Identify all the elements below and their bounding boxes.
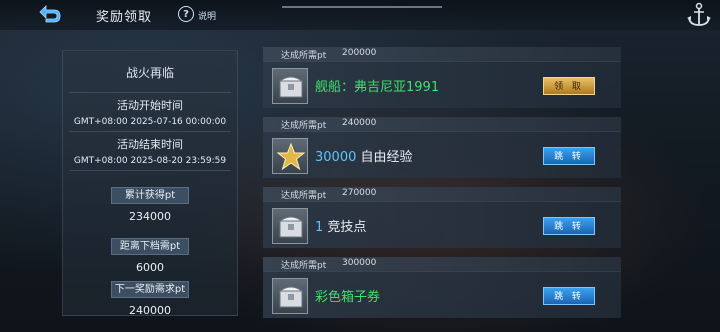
divider	[69, 170, 231, 171]
start-time-value: GMT+08:00 2025-07-16 00:00:00	[73, 117, 227, 127]
next-reward-pt-label: 下一奖励需求pt	[111, 281, 189, 298]
accumulated-pt-value: 234000	[129, 210, 171, 223]
chest-icon	[272, 278, 308, 314]
next-tier-pt-value: 6000	[136, 261, 164, 274]
top-divider	[282, 6, 442, 8]
reward-amount: 1	[315, 220, 324, 235]
requirement-label: 达成所需pt	[281, 261, 327, 271]
requirement-value: 270000	[342, 188, 377, 198]
reward-item: 竞技点	[327, 220, 367, 235]
reward-name: 彩色箱子券	[315, 290, 381, 305]
chest-icon	[272, 68, 308, 104]
top-bar: 奖励领取 ? 说明	[0, 0, 720, 30]
claim-button[interactable]: 领 取	[543, 77, 595, 95]
requirement-label: 达成所需pt	[281, 51, 327, 61]
anchor-icon	[684, 2, 714, 28]
divider	[69, 92, 231, 93]
reward-requirement-bar: 达成所需pt 240000	[263, 117, 621, 131]
help-label: 说明	[198, 12, 217, 22]
end-time-value: GMT+08:00 2025-08-20 23:59:59	[73, 156, 227, 166]
next-tier-pt-label: 距离下档需pt	[111, 238, 189, 255]
start-time-label: 活动开始时间	[117, 99, 183, 112]
page-title: 奖励领取	[96, 10, 153, 25]
reward-name: 30000 自由经验	[315, 146, 413, 165]
reward-body: 舰船：弗吉尼亚1991 领 取	[263, 61, 621, 108]
requirement-label: 达成所需pt	[281, 191, 327, 201]
goto-button[interactable]: 跳 转	[543, 147, 595, 165]
reward-name: 1 竞技点	[315, 216, 366, 235]
help-button[interactable]: ? 说明	[178, 6, 216, 22]
chest-icon	[272, 208, 308, 244]
event-title: 战火再临	[125, 66, 174, 80]
reward-body: 彩色箱子券 跳 转	[263, 271, 621, 318]
requirement-value: 240000	[342, 118, 377, 128]
requirement-value: 200000	[342, 48, 377, 58]
reward-requirement-bar: 达成所需pt 270000	[263, 187, 621, 201]
reward-body: 30000 自由经验 跳 转	[263, 131, 621, 178]
reward-card: 达成所需pt 270000 1 竞技点 跳 转	[263, 187, 621, 252]
requirement-label: 达成所需pt	[281, 121, 327, 131]
end-time-label: 活动结束时间	[117, 138, 183, 151]
goto-button[interactable]: 跳 转	[543, 217, 595, 235]
reward-name: 舰船：弗吉尼亚1991	[315, 80, 440, 95]
goto-button[interactable]: 跳 转	[543, 287, 595, 305]
divider	[69, 131, 231, 132]
back-button[interactable]	[36, 4, 64, 26]
reward-requirement-bar: 达成所需pt 300000	[263, 257, 621, 271]
question-icon: ?	[178, 6, 194, 22]
event-info-panel: 战火再临 活动开始时间 GMT+08:00 2025-07-16 00:00:0…	[62, 50, 238, 317]
reward-amount: 30000	[315, 150, 357, 165]
next-reward-pt-value: 240000	[129, 304, 171, 317]
reward-card: 达成所需pt 300000 彩色箱子券 跳 转	[263, 257, 621, 322]
reward-item: 自由经验	[360, 150, 413, 165]
reward-body: 1 竞技点 跳 转	[263, 201, 621, 248]
star-icon	[272, 138, 308, 174]
reward-card: 达成所需pt 200000 舰船：弗吉尼亚1991 领 取	[263, 47, 621, 112]
accumulated-pt-label: 累计获得pt	[111, 187, 189, 204]
reward-card: 达成所需pt 240000 30000 自由经验 跳 转	[263, 117, 621, 182]
reward-requirement-bar: 达成所需pt 200000	[263, 47, 621, 61]
back-arrow-icon	[39, 5, 61, 23]
requirement-value: 300000	[342, 258, 377, 268]
